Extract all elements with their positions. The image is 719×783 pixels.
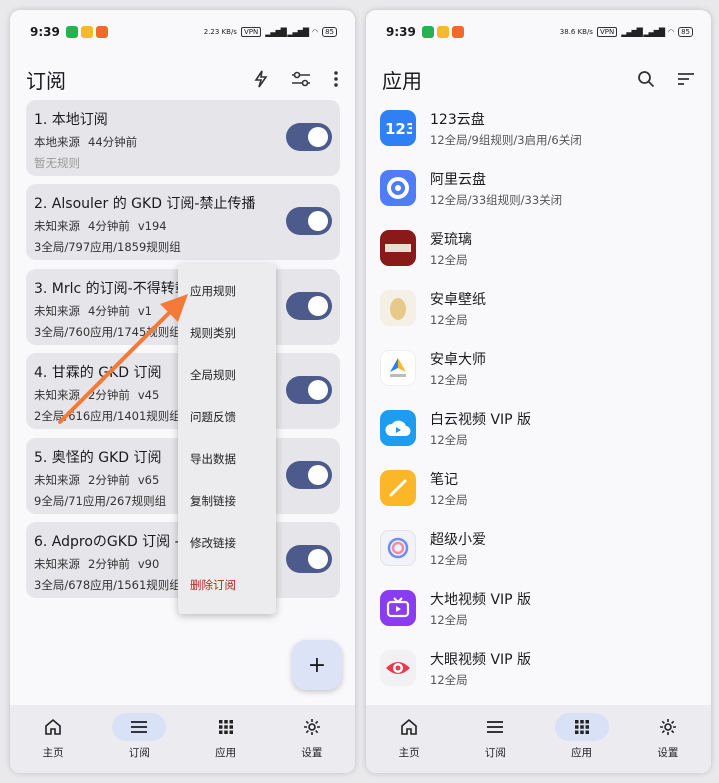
bottom-navigation: 主页 订阅 应用 设置 bbox=[10, 705, 355, 773]
nav-apps[interactable]: 应用 bbox=[539, 705, 625, 773]
list-item[interactable]: 安卓壁纸 12全局 bbox=[380, 280, 690, 336]
list-item[interactable]: 笔记 12全局 bbox=[380, 460, 690, 516]
xiaoai-icon bbox=[380, 530, 416, 566]
app-name: 笔记 bbox=[430, 471, 458, 488]
home-icon bbox=[45, 718, 61, 735]
tv-video-icon bbox=[380, 590, 416, 626]
list-item[interactable]: 超级小爱 12全局 bbox=[380, 520, 690, 576]
app-name: 安卓大师 bbox=[430, 351, 486, 368]
nav-label: 订阅 bbox=[128, 747, 150, 759]
search-icon[interactable] bbox=[637, 70, 655, 88]
nav-settings[interactable]: 设置 bbox=[269, 705, 355, 773]
nav-label: 订阅 bbox=[484, 747, 506, 759]
grid-icon bbox=[218, 720, 233, 734]
app-name: 超级小爱 bbox=[430, 531, 486, 548]
app-notification-icon bbox=[451, 26, 464, 38]
app-rule-info: 12全局 bbox=[430, 552, 468, 567]
nav-home[interactable]: 主页 bbox=[366, 705, 452, 773]
add-subscription-button[interactable]: + bbox=[292, 640, 342, 690]
app-rule-info: 12全局 bbox=[430, 492, 468, 507]
android-master-icon bbox=[380, 350, 416, 386]
add-icon: + bbox=[307, 652, 327, 678]
sort-icon[interactable] bbox=[677, 72, 695, 86]
app-rule-info: 12全局/33组规则/33关闭 bbox=[430, 192, 563, 207]
list-item[interactable]: 阿里云盘 12全局/33组规则/33关闭 bbox=[380, 160, 690, 216]
app-rule-info: 12全局 bbox=[430, 372, 468, 387]
aliyun-drive-icon bbox=[380, 170, 416, 206]
nav-subscription[interactable]: 订阅 bbox=[452, 705, 538, 773]
app-rule-info: 12全局 bbox=[430, 672, 468, 687]
app-rule-info: 12全局 bbox=[430, 432, 468, 447]
ailiuli-icon bbox=[380, 230, 416, 266]
app-name: 大眼视频 VIP 版 bbox=[430, 651, 532, 668]
nav-apps[interactable]: 应用 bbox=[183, 705, 269, 773]
egg-wallpaper-icon bbox=[380, 290, 416, 326]
cloud-drive-123-icon: 123 bbox=[380, 110, 416, 146]
status-bar: 9:39 38.6 KB/s VPN ▂▄▆█ ▂▄▆█ ◠ 85 bbox=[386, 24, 693, 40]
apps-screen: 9:39 38.6 KB/s VPN ▂▄▆█ ▂▄▆█ ◠ 85 应用 123… bbox=[366, 10, 711, 773]
nav-settings[interactable]: 设置 bbox=[625, 705, 711, 773]
app-name: 123云盘 bbox=[430, 111, 485, 128]
list-icon bbox=[131, 721, 148, 733]
page-title: 应用 bbox=[382, 68, 422, 93]
list-icon bbox=[487, 721, 504, 733]
nav-label: 设置 bbox=[657, 747, 679, 759]
wifi-icon: ◠ bbox=[667, 28, 675, 36]
list-item[interactable]: 123 123云盘 12全局/9组规则/3启用/6关闭 bbox=[380, 100, 690, 156]
app-name: 大地视频 VIP 版 bbox=[430, 591, 532, 608]
vpn-badge: VPN bbox=[596, 27, 618, 37]
svg-text:123: 123 bbox=[385, 120, 412, 138]
list-item[interactable]: 安卓大师 12全局 bbox=[380, 340, 690, 396]
home-icon bbox=[401, 718, 417, 735]
app-rule-info: 12全局 bbox=[430, 252, 468, 267]
app-name: 白云视频 VIP 版 bbox=[430, 411, 532, 428]
list-item[interactable]: 大地视频 VIP 版 12全局 bbox=[380, 580, 690, 636]
app-notification-icon bbox=[436, 26, 449, 38]
list-item[interactable]: 大眼视频 VIP 版 12全局 bbox=[380, 640, 690, 696]
app-rule-info: 12全局 bbox=[430, 612, 468, 627]
battery-level: 85 bbox=[678, 27, 693, 37]
top-app-bar: 应用 bbox=[366, 56, 711, 102]
nav-label: 主页 bbox=[42, 747, 64, 759]
grid-icon bbox=[574, 720, 589, 734]
bottom-navigation: 主页 订阅 应用 设置 bbox=[366, 705, 711, 773]
wechat-notification-icon bbox=[421, 26, 434, 38]
notes-icon bbox=[380, 470, 416, 506]
nav-home[interactable]: 主页 bbox=[10, 705, 96, 773]
nav-subscription[interactable]: 订阅 bbox=[96, 705, 182, 773]
list-item[interactable]: 爱琉璃 12全局 bbox=[380, 220, 690, 276]
app-name: 爱琉璃 bbox=[430, 231, 472, 248]
app-name: 安卓壁纸 bbox=[430, 291, 486, 308]
nav-label: 设置 bbox=[301, 747, 323, 759]
nav-label: 主页 bbox=[398, 747, 420, 759]
status-time: 9:39 bbox=[386, 25, 416, 39]
subscription-screen: 9:39 2.23 KB/s VPN ▂▄▆█ ▂▄▆█ ◠ 85 订阅 1. … bbox=[10, 10, 355, 773]
eye-video-icon bbox=[380, 650, 416, 686]
cloud-video-icon bbox=[380, 410, 416, 446]
nav-label: 应用 bbox=[571, 747, 593, 759]
gear-icon bbox=[303, 719, 320, 735]
app-name: 阿里云盘 bbox=[430, 171, 486, 188]
list-item[interactable]: 白云视频 VIP 版 12全局 bbox=[380, 400, 690, 456]
nav-label: 应用 bbox=[215, 747, 237, 759]
signal-icon: ▂▄▆█ ▂▄▆█ bbox=[621, 27, 665, 37]
gear-icon bbox=[659, 719, 676, 735]
app-rule-info: 12全局/9组规则/3启用/6关闭 bbox=[430, 132, 582, 147]
network-speed: 38.6 KB/s bbox=[559, 28, 593, 36]
app-rule-info: 12全局 bbox=[430, 312, 468, 327]
